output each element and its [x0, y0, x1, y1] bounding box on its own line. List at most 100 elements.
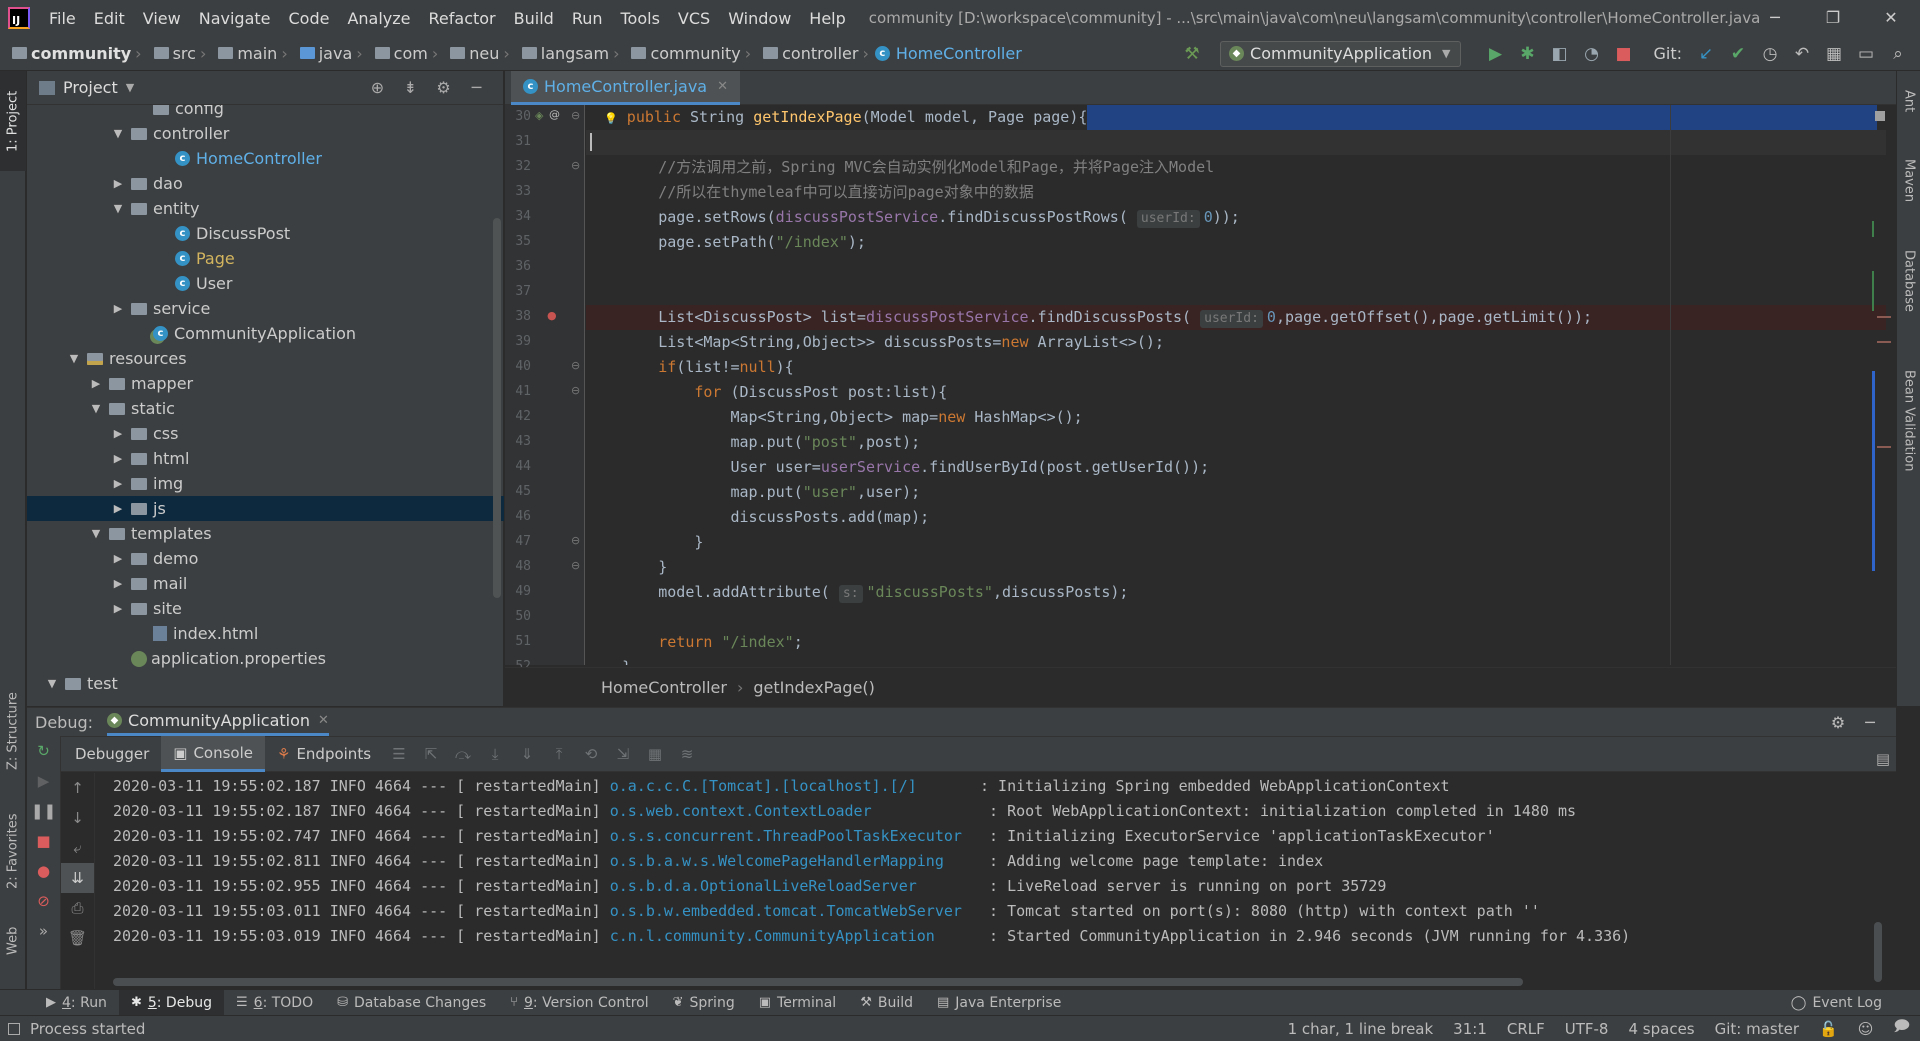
gear-icon[interactable]: ⚙	[1822, 713, 1854, 732]
tab-terminal[interactable]: ▣ Terminal	[747, 990, 848, 1016]
locate-icon[interactable]: ⊕	[361, 78, 394, 97]
rerun-icon[interactable]: ↻	[27, 736, 60, 766]
console-layout-icon[interactable]: ▤	[1876, 750, 1890, 768]
tree-item-js[interactable]: ▶ js	[27, 496, 504, 521]
tab-build[interactable]: ⚒ Build	[848, 990, 925, 1016]
chevron-down-icon[interactable]: ▼	[126, 81, 134, 94]
run-config-select[interactable]: ◆ CommunityApplication ▼	[1220, 40, 1462, 67]
step-into-icon[interactable]: ⤓	[479, 745, 511, 763]
print-icon[interactable]: ⎙	[61, 893, 94, 923]
step-out-icon[interactable]: ⤒	[543, 745, 575, 763]
tree-item-templates[interactable]: ▼ templates	[27, 521, 504, 546]
breadcrumb-item[interactable]: com ›	[369, 44, 438, 63]
tab-spring[interactable]: ❦ Spring	[661, 990, 747, 1016]
expanded-arrow-icon[interactable]: ▼	[67, 352, 81, 365]
stop-icon[interactable]: ■	[27, 826, 60, 856]
hide-icon[interactable]: ─	[460, 78, 493, 97]
editor-gutter[interactable]: 30 31 32 33 34 35 36 37 38 39 40 41 42 43 44 45 46 47 48 49…	[505, 105, 585, 674]
close-icon[interactable]: ✕	[318, 713, 329, 728]
breadcrumb-class[interactable]: HomeController	[601, 678, 727, 697]
tree-item-static[interactable]: ▼ static	[27, 396, 504, 421]
notifications-icon[interactable]: 🗩	[1893, 1016, 1910, 1041]
expanded-arrow-icon[interactable]: ▼	[89, 527, 103, 540]
tab-maven[interactable]: Maven	[1897, 146, 1920, 216]
fold-icon[interactable]: ⊖	[571, 359, 580, 372]
tree-item-controller[interactable]: ▼ controller	[27, 121, 504, 146]
breadcrumb-item[interactable]: java ›	[294, 44, 363, 63]
tree-item-user[interactable]: c User	[27, 271, 504, 296]
collapsed-arrow-icon[interactable]: ▶	[89, 377, 103, 390]
menu-analyze[interactable]: Analyze	[338, 9, 419, 28]
presentation-icon[interactable]: ▭	[1853, 44, 1879, 64]
breadcrumb-item[interactable]: langsam ›	[516, 44, 619, 63]
tree-item-img[interactable]: ▶ img	[27, 471, 504, 496]
stop-icon[interactable]: ■	[1610, 44, 1636, 64]
tree-item-service[interactable]: ▶ service	[27, 296, 504, 321]
resume-icon[interactable]: ▶	[27, 766, 60, 796]
tab-debugger[interactable]: Debugger	[63, 736, 161, 772]
fold-icon[interactable]: ⊖	[571, 559, 580, 572]
fold-icon[interactable]: ⊖	[571, 384, 580, 397]
breadcrumb-item[interactable]: controller ›	[757, 44, 869, 63]
tree-item-css[interactable]: ▶ css	[27, 421, 504, 446]
breadcrumb-item[interactable]: community ›	[625, 44, 751, 63]
tree-item-mail[interactable]: ▶ mail	[27, 571, 504, 596]
expanded-arrow-icon[interactable]: ▼	[45, 677, 59, 690]
coverage-icon[interactable]: ◧	[1546, 44, 1572, 64]
collapsed-arrow-icon[interactable]: ▶	[111, 577, 125, 590]
toggle-tool-windows-icon[interactable]	[8, 1022, 20, 1035]
fold-icon[interactable]: ⊖	[571, 534, 580, 547]
caret-position[interactable]: 31:1	[1453, 1020, 1487, 1038]
breadcrumb-method[interactable]: getIndexPage()	[753, 678, 875, 697]
project-scrollbar[interactable]	[493, 218, 501, 598]
close-icon[interactable]: ✕	[717, 79, 728, 94]
scroll-to-end-icon[interactable]: ⇊	[61, 863, 94, 893]
tab-ant[interactable]: Ant	[1897, 76, 1920, 126]
tree-item-mapper[interactable]: ▶ mapper	[27, 371, 504, 396]
minimize-button[interactable]: ─	[1746, 0, 1804, 36]
tab-project[interactable]: 1: Project	[0, 71, 26, 171]
tab-bean-validation[interactable]: Bean Validation	[1897, 346, 1920, 496]
log-logger[interactable]: o.a.c.c.C.[Tomcat].[localhost].[/]	[610, 777, 971, 795]
close-window-button[interactable]: ✕	[1862, 0, 1920, 36]
tree-item-communityapplication[interactable]: c CommunityApplication	[27, 321, 504, 346]
menu-help[interactable]: Help	[800, 9, 854, 28]
menu-view[interactable]: View	[134, 9, 190, 28]
menu-navigate[interactable]: Navigate	[190, 9, 280, 28]
breadcrumb-item[interactable]: c HomeController	[874, 44, 1022, 63]
collapsed-arrow-icon[interactable]: ▶	[111, 302, 125, 315]
git-update-icon[interactable]: ↙	[1693, 44, 1719, 64]
breadcrumb-item[interactable]: main ›	[212, 44, 288, 63]
menu-build[interactable]: Build	[505, 9, 563, 28]
tree-item-homecontroller[interactable]: c HomeController	[27, 146, 504, 171]
log-logger[interactable]: o.s.s.concurrent.ThreadPoolTaskExecutor	[610, 827, 980, 845]
console-vertical-scrollbar[interactable]	[1874, 922, 1882, 982]
fold-icon[interactable]: ⊖	[571, 159, 580, 172]
clear-icon[interactable]: 🗑	[61, 923, 94, 953]
debug-icon[interactable]: ✱	[1514, 44, 1540, 64]
tab-database[interactable]: Database	[1897, 236, 1920, 326]
collapsed-arrow-icon[interactable]: ▶	[111, 427, 125, 440]
tree-item-test[interactable]: ▼ test	[27, 671, 504, 696]
tab-todo[interactable]: ☰ 6: TODO	[224, 990, 325, 1016]
expanded-arrow-icon[interactable]: ▼	[111, 202, 125, 215]
annotation-gutter-icon[interactable]: @	[549, 108, 560, 121]
show-execution-point-icon[interactable]: ⇱	[415, 745, 447, 763]
restore-button[interactable]: ❐	[1804, 0, 1862, 36]
tree-item-discusspost[interactable]: c DiscussPost	[27, 221, 504, 246]
menu-refactor[interactable]: Refactor	[420, 9, 505, 28]
tree-item-site[interactable]: ▶ site	[27, 596, 504, 621]
gear-icon[interactable]: ⚙	[427, 78, 460, 97]
up-arrow-icon[interactable]: ↑	[61, 773, 94, 803]
event-log-button[interactable]: ◯ Event Log	[1791, 995, 1882, 1011]
soft-wrap-icon[interactable]: ⤶	[61, 833, 94, 863]
tree-item-config[interactable]: config	[27, 105, 504, 121]
hide-icon[interactable]: ─	[1854, 713, 1886, 732]
log-logger[interactable]: c.n.l.community.CommunityApplication	[610, 927, 980, 945]
evaluate-icon[interactable]: ▦	[639, 745, 671, 763]
collapsed-arrow-icon[interactable]: ▶	[111, 502, 125, 515]
more-icon[interactable]: »	[27, 916, 60, 946]
tree-item-html[interactable]: ▶ html	[27, 446, 504, 471]
view-breakpoints-icon[interactable]: ●	[27, 856, 60, 886]
tab-database-changes[interactable]: ⛁ Database Changes	[325, 990, 498, 1016]
